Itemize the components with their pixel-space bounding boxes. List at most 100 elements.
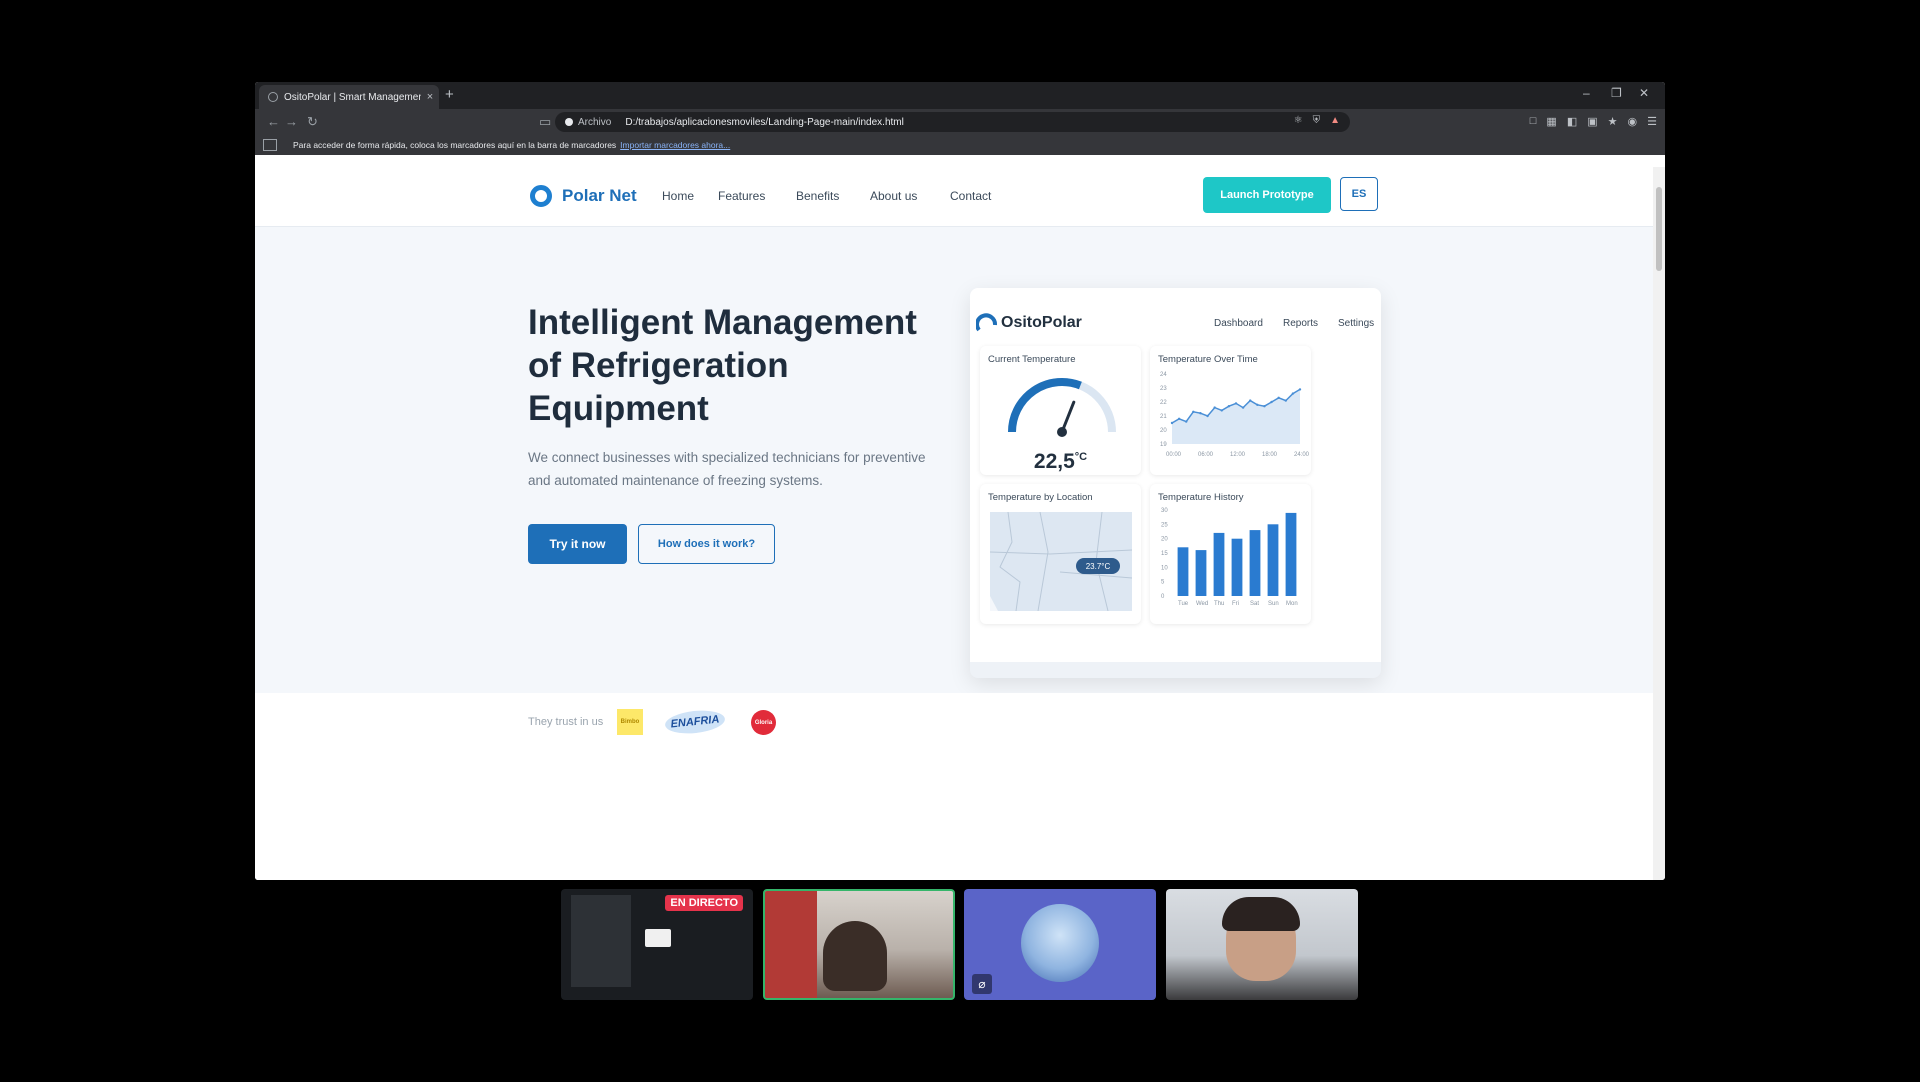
- nav-contact[interactable]: Contact: [950, 189, 991, 203]
- alert-icon[interactable]: ▲: [1330, 115, 1340, 126]
- bookmark-icon[interactable]: ▭: [539, 114, 551, 130]
- extension-icon[interactable]: ★: [1608, 115, 1618, 128]
- data-point: [1291, 392, 1295, 395]
- x-tick-label: Fri: [1232, 601, 1239, 607]
- data-point: [1263, 405, 1266, 408]
- screen-share-tile[interactable]: EN DIRECTO: [561, 889, 753, 1000]
- sidebar-icon[interactable]: ◧: [1567, 115, 1577, 128]
- site-info-label: Archivo: [578, 116, 612, 128]
- dashboard-preview: OsitoPolar Dashboard Reports Settings Cu…: [970, 288, 1381, 678]
- shield-icon[interactable]: ⛨: [1313, 115, 1321, 126]
- data-point: [1220, 409, 1223, 412]
- x-tick-label: Sat: [1250, 601, 1259, 607]
- temperature-by-location-title: Temperature by Location: [988, 492, 1093, 503]
- current-temperature-card: Current Temperature 22,5°C: [980, 346, 1141, 475]
- nav-home[interactable]: Home: [662, 189, 694, 203]
- y-tick-label: 24: [1160, 372, 1167, 378]
- trust-section: They trust in us Bimbo ENAFRIA Gloria: [255, 693, 1653, 880]
- translate-icon[interactable]: ⚛: [1294, 115, 1303, 126]
- forward-icon[interactable]: →: [285, 114, 298, 129]
- browser-tab[interactable]: OsitoPolar | Smart Managemen… ×: [259, 85, 439, 109]
- muted-mic-icon: ⌀: [972, 974, 992, 994]
- dashboard-nav-settings[interactable]: Settings: [1338, 318, 1374, 329]
- y-tick-label: 10: [1161, 565, 1168, 571]
- y-tick-label: 15: [1161, 551, 1168, 557]
- data-point: [1227, 405, 1231, 408]
- temperature-over-time-card: Temperature Over Time 19 20 21 22 23 24 00:00 0…: [1150, 346, 1311, 475]
- bar: [1231, 538, 1243, 596]
- data-point: [1213, 406, 1216, 409]
- client-logo-bimbo: Bimbo: [617, 709, 643, 735]
- reader-icon[interactable]: ▦: [1546, 115, 1556, 128]
- menu-icon[interactable]: ☰: [1647, 115, 1657, 128]
- temperature-over-time-chart: 19 20 21 22 23 24 00:00 06:00 12:00 18:00 24:00: [1160, 372, 1310, 458]
- bar: [1249, 530, 1261, 596]
- import-bookmarks-link[interactable]: Importar marcadores ahora...: [620, 140, 730, 150]
- site-logo[interactable]: Polar Net: [530, 185, 637, 207]
- page-viewport: Polar Net Home Features Benefits About u…: [255, 167, 1653, 880]
- y-tick-label: 25: [1161, 522, 1168, 528]
- participant-avatar: [1021, 904, 1099, 982]
- temperature-history-title: Temperature History: [1158, 492, 1244, 503]
- bookmark-bar: Para acceder de forma rápida, coloca los…: [255, 135, 1665, 155]
- participant-video-2[interactable]: [1166, 889, 1358, 1000]
- data-point: [1234, 402, 1238, 405]
- site-info-chip[interactable]: Archivo: [565, 117, 611, 128]
- y-tick-label: 0: [1161, 594, 1165, 600]
- nav-features[interactable]: Features: [718, 189, 765, 203]
- wallet-icon[interactable]: ▣: [1587, 115, 1597, 128]
- data-point: [1206, 414, 1209, 418]
- vpn-icon[interactable]: ◉: [1628, 115, 1638, 128]
- hero-description: We connect businesses with specialized t…: [528, 450, 926, 488]
- close-window-icon[interactable]: ✕: [1639, 86, 1649, 100]
- language-button[interactable]: ES: [1340, 177, 1378, 211]
- bar: [1195, 550, 1207, 596]
- launch-prototype-button[interactable]: Launch Prototype: [1203, 177, 1331, 213]
- data-point: [1192, 410, 1195, 413]
- y-tick-label: 21: [1160, 414, 1167, 420]
- temperature-history-chart: 0 5 10 15 20 25 30 Tue Wed Thu Fri Sat Sun Mon: [1161, 508, 1298, 607]
- location-map[interactable]: 23.7°C: [990, 512, 1132, 611]
- how-it-works-button[interactable]: How does it work?: [638, 524, 775, 564]
- shared-screen-thumbnail: [571, 895, 631, 987]
- nav-benefits[interactable]: Benefits: [796, 189, 839, 203]
- current-temperature-value: 22,5°C: [980, 450, 1141, 474]
- participant-video-1[interactable]: [763, 889, 955, 1000]
- nav-about[interactable]: About us: [870, 189, 917, 203]
- x-tick-label: Tue: [1178, 601, 1189, 607]
- restore-icon[interactable]: ❐: [1611, 86, 1622, 100]
- x-tick-label: 12:00: [1230, 452, 1246, 458]
- document-icon[interactable]: □: [1530, 115, 1537, 128]
- address-bar[interactable]: Archivo D:/trabajos/aplicacionesmoviles/…: [555, 112, 1350, 132]
- site-header: Polar Net Home Features Benefits About u…: [255, 167, 1653, 227]
- page-scrollbar[interactable]: [1653, 167, 1665, 880]
- dashboard-brand: OsitoPolar: [1001, 314, 1082, 331]
- client-logo-gloria: Gloria: [751, 710, 776, 735]
- y-tick-label: 30: [1161, 508, 1168, 514]
- try-it-now-button[interactable]: Try it now: [528, 524, 627, 564]
- gauge-fill: [1008, 378, 1082, 433]
- extensions-bar: □ ▦ ◧ ▣ ★ ◉ ☰: [1530, 115, 1657, 128]
- dashboard-logo: OsitoPolar: [976, 312, 1082, 334]
- temperature-number: 22,5: [1033, 450, 1075, 473]
- info-icon: [565, 118, 573, 126]
- bar: [1177, 547, 1189, 596]
- back-icon[interactable]: ←: [267, 114, 280, 129]
- data-point: [1185, 420, 1188, 423]
- current-temperature-title: Current Temperature: [988, 354, 1076, 365]
- dashboard-nav-dashboard[interactable]: Dashboard: [1214, 318, 1263, 329]
- minimize-icon[interactable]: –: [1583, 86, 1590, 100]
- location-pin[interactable]: 23.7°C: [1076, 558, 1120, 574]
- scrollbar-thumb[interactable]: [1656, 187, 1662, 271]
- new-tab-button[interactable]: +: [445, 86, 454, 103]
- data-point: [1177, 417, 1181, 420]
- gauge-track: [1008, 378, 1116, 433]
- location-pin-label: 23.7°C: [1085, 561, 1111, 571]
- apps-icon[interactable]: [263, 139, 277, 151]
- tab-close-icon[interactable]: ×: [421, 91, 439, 103]
- participant-avatar-tile[interactable]: ⌀: [964, 889, 1156, 1000]
- x-tick-label: 18:00: [1262, 452, 1278, 458]
- temperature-by-location-card: Temperature by Location 23.7°C: [980, 484, 1141, 624]
- dashboard-nav-reports[interactable]: Reports: [1283, 318, 1318, 329]
- reload-icon[interactable]: ↻: [307, 114, 318, 130]
